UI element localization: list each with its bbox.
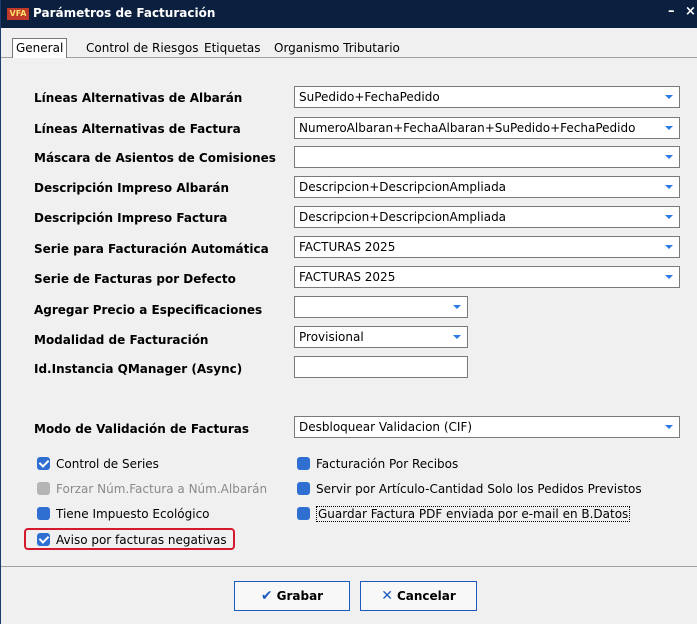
chevron-down-icon xyxy=(665,425,673,429)
modo-validacion-value: Desbloquear Validacion (CIF) xyxy=(299,420,473,434)
chevron-down-icon xyxy=(665,245,673,249)
checkbox-checked-icon xyxy=(37,457,50,470)
save-button-label: Grabar xyxy=(276,589,324,603)
minimize-button[interactable]: – xyxy=(668,4,675,19)
cancel-button[interactable]: ✕ Cancelar xyxy=(360,581,477,611)
tab-etiquetas[interactable]: Etiquetas xyxy=(201,39,264,58)
checkbox-unchecked-icon xyxy=(297,482,310,495)
descripcion-factura-value: Descripcion+DescripcionAmpliada xyxy=(299,210,507,224)
window-title: Parámetros de Facturación xyxy=(33,6,216,20)
qmanager-input[interactable] xyxy=(294,356,468,378)
modalidad-select[interactable]: Provisional xyxy=(294,326,468,348)
facturacion-recibos-label: Facturación Por Recibos xyxy=(316,457,459,471)
servir-articulo-label: Servir por Artículo-Cantidad Solo los Pe… xyxy=(316,482,642,496)
tab-general[interactable]: General xyxy=(12,38,68,58)
tab-control-de-riesgos[interactable]: Control de Riesgos xyxy=(83,39,202,58)
field-label-lineas-albaran: Líneas Alternativas de Albarán xyxy=(34,91,243,105)
serie-automatica-value: FACTURAS 2025 xyxy=(299,240,396,254)
tab-bar: General Control de Riesgos Etiquetas Org… xyxy=(1,28,697,58)
title-bar: VFA Parámetros de Facturación – × xyxy=(1,0,697,28)
checkmark-icon: ✔ xyxy=(260,588,273,604)
descripcion-factura-select[interactable]: Descripcion+DescripcionAmpliada xyxy=(294,206,680,228)
forzar-num-factura-label: Forzar Núm.Factura a Núm.Albarán xyxy=(56,482,268,496)
field-label-descripcion-albaran: Descripción Impreso Albarán xyxy=(34,181,229,195)
descripcion-albaran-value: Descripcion+DescripcionAmpliada xyxy=(299,180,507,194)
field-label-serie-defecto: Serie de Facturas por Defecto xyxy=(34,272,236,286)
serie-defecto-select[interactable]: FACTURAS 2025 xyxy=(294,266,680,288)
checkbox-unchecked-icon xyxy=(297,457,310,470)
field-label-qmanager: Id.Instancia QManager (Async) xyxy=(34,362,243,376)
checkbox-unchecked-icon xyxy=(297,507,310,520)
modalidad-value: Provisional xyxy=(299,330,364,344)
close-button[interactable]: × xyxy=(685,4,696,19)
cancel-button-label: Cancelar xyxy=(396,589,456,603)
field-label-serie-automatica: Serie para Facturación Automática xyxy=(34,242,269,256)
control-series-label: Control de Series xyxy=(56,457,159,471)
chevron-down-icon xyxy=(665,95,673,99)
chevron-down-icon xyxy=(453,305,461,309)
chevron-down-icon xyxy=(665,126,673,130)
chevron-down-icon xyxy=(665,215,673,219)
chevron-down-icon xyxy=(453,335,461,339)
lineas-albaran-select[interactable]: SuPedido+FechaPedido xyxy=(294,86,680,108)
checkbox-disabled-icon xyxy=(37,482,50,495)
lineas-albaran-value: SuPedido+FechaPedido xyxy=(299,90,440,104)
chevron-down-icon xyxy=(665,155,673,159)
field-label-lineas-factura: Líneas Alternativas de Factura xyxy=(34,122,241,136)
chevron-down-icon xyxy=(665,275,673,279)
button-bar: ✔ Grabar ✕ Cancelar xyxy=(1,566,697,624)
x-icon: ✕ xyxy=(381,588,393,604)
agregar-precio-select[interactable] xyxy=(294,296,468,318)
field-label-descripcion-factura: Descripción Impreso Factura xyxy=(34,211,228,225)
descripcion-albaran-select[interactable]: Descripcion+DescripcionAmpliada xyxy=(294,176,680,198)
dialog-window: VFA Parámetros de Facturación – × Genera… xyxy=(0,0,697,624)
field-label-modo-validacion: Modo de Validación de Facturas xyxy=(34,422,249,436)
checkbox-unchecked-icon xyxy=(37,507,50,520)
serie-automatica-select[interactable]: FACTURAS 2025 xyxy=(294,236,680,258)
field-label-mascara-asientos: Máscara de Asientos de Comisiones xyxy=(34,151,276,165)
field-label-agregar-precio: Agregar Precio a Especificaciones xyxy=(34,303,263,317)
guardar-pdf-label: Guardar Factura PDF enviada por e-mail e… xyxy=(316,506,631,522)
save-button[interactable]: ✔ Grabar xyxy=(234,581,350,611)
chevron-down-icon xyxy=(665,185,673,189)
modo-validacion-select[interactable]: Desbloquear Validacion (CIF) xyxy=(294,416,680,438)
mascara-asientos-select[interactable] xyxy=(294,146,680,168)
serie-defecto-value: FACTURAS 2025 xyxy=(299,270,396,284)
tab-organismo-tributario[interactable]: Organismo Tributario xyxy=(271,39,403,58)
app-logo-icon: VFA xyxy=(7,8,29,20)
impuesto-ecologico-label: Tiene Impuesto Ecológico xyxy=(56,507,210,521)
lineas-factura-select[interactable]: NumeroAlbaran+FechaAlbaran+SuPedido+Fech… xyxy=(294,117,680,139)
field-label-modalidad: Modalidad de Facturación xyxy=(34,333,209,347)
highlight-annotation xyxy=(24,528,235,550)
lineas-factura-value: NumeroAlbaran+FechaAlbaran+SuPedido+Fech… xyxy=(299,121,636,135)
